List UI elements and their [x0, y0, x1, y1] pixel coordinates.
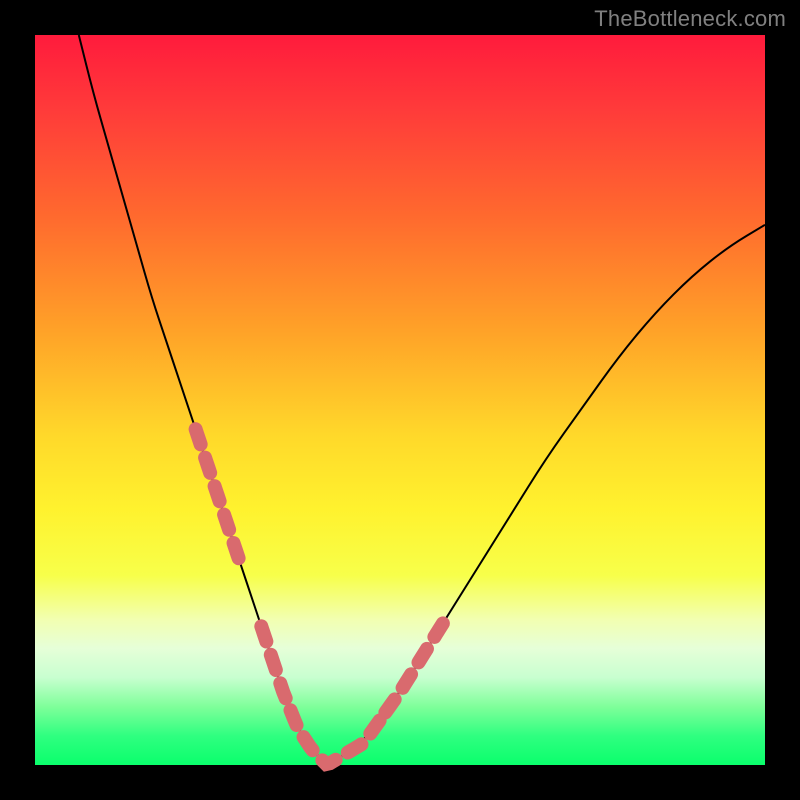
dash-segment: [261, 626, 290, 710]
watermark-text: TheBottleneck.com: [594, 6, 786, 32]
bottleneck-curve: [35, 35, 765, 765]
plot-area: [35, 35, 765, 765]
dash-segment: [385, 622, 443, 713]
dash-segment: [291, 710, 386, 764]
dash-segment: [196, 429, 240, 560]
dashed-highlight: [196, 429, 444, 764]
chart-frame: TheBottleneck.com: [0, 0, 800, 800]
